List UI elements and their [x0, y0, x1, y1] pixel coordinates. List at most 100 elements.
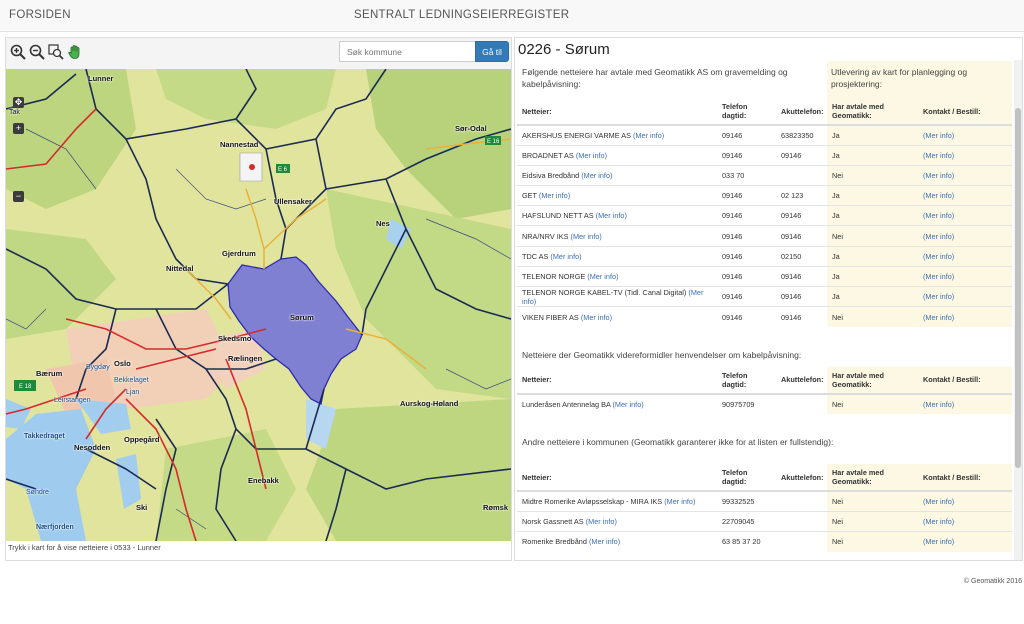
contact-order-link[interactable]: (Mer info) — [923, 211, 954, 220]
more-info-link[interactable]: (Mer info) — [664, 497, 695, 506]
municipality-search-input[interactable] — [339, 41, 476, 62]
owner-cell: BROADNET AS (Mer info) — [517, 144, 717, 166]
map-zoom-in-button[interactable]: + — [13, 123, 24, 134]
table-row: Midtre Romerike Avløpsselskap - MIRA IKS… — [517, 490, 1012, 512]
contact-order-link[interactable]: (Mer info) — [923, 171, 954, 180]
emergency-cell: 09146 — [776, 205, 827, 226]
more-info-link[interactable]: (Mer info) — [596, 211, 627, 220]
owner-cell: Midtre Romerike Avløpsselskap - MIRA IKS… — [517, 490, 717, 512]
more-info-link[interactable]: (Mer info) — [576, 151, 607, 160]
col-emergency: Akuttelefon: — [776, 98, 827, 126]
more-info-link[interactable]: (Mer info) — [571, 232, 602, 241]
emergency-cell — [776, 490, 827, 512]
agreement-cell: Ja — [827, 265, 918, 287]
owner-name: Lunderåsen Antennelag BA — [522, 399, 611, 409]
table-row: HAFSLUND NETT AS (Mer info) 09146 09146 Ja(… — [517, 205, 1012, 226]
map-label: Skedsmo — [218, 334, 252, 343]
agreement-cell: Ja — [827, 144, 918, 166]
zoom-out-icon[interactable] — [29, 44, 45, 60]
contact-order-link[interactable]: (Mer info) — [923, 400, 954, 409]
map-canvas[interactable]: E 6 E 16 E 18 ✥ + − Lunner Nannestad Ull… — [6, 69, 511, 541]
contact-cell: (Mer info) — [918, 490, 1012, 512]
contact-order-link[interactable]: (Mer info) — [923, 191, 954, 200]
map-label: Ullensaker — [274, 197, 312, 206]
map-nav-icon[interactable]: ✥ — [13, 97, 24, 108]
map-label: Leirstangen — [54, 397, 91, 404]
go-to-button[interactable]: Gå til — [475, 41, 509, 62]
owner-name: TDC AS — [522, 251, 549, 261]
owner-name: Eidsiva Bredbånd — [522, 170, 580, 180]
top-navbar: FORSIDEN SENTRALT LEDNINGSEIERREGISTER — [0, 0, 1024, 32]
section-other-owners: Andre netteiere i kommunen (Geomatikk ga… — [517, 422, 1012, 552]
pan-hand-icon[interactable] — [67, 44, 83, 60]
owner-name: Midtre Romerike Avløpsselskap - MIRA IKS — [522, 496, 663, 506]
more-info-link[interactable]: (Mer info) — [550, 252, 581, 261]
contact-cell: (Mer info) — [918, 124, 1012, 146]
more-info-link[interactable]: (Mer info) — [586, 517, 617, 526]
map-label: Bærum — [36, 369, 63, 378]
agreement-cell: Nei — [827, 393, 918, 415]
map-zoom-out-button[interactable]: − — [13, 191, 24, 202]
emergency-cell — [776, 164, 827, 186]
section-forwarded: Netteiere der Geomatikk videreformidler … — [517, 335, 1012, 415]
phone-cell: 99332525 — [717, 490, 776, 512]
contact-order-link[interactable]: (Mer info) — [923, 313, 954, 322]
more-info-link[interactable]: (Mer info) — [612, 400, 643, 409]
contact-order-link[interactable]: (Mer info) — [923, 232, 954, 241]
contact-cell: (Mer info) — [918, 510, 1012, 532]
panel-scrollbar[interactable] — [1014, 60, 1022, 560]
more-info-link[interactable]: (Mer info) — [589, 537, 620, 546]
contact-order-link[interactable]: (Mer info) — [923, 537, 954, 546]
map-label: Oppegård — [124, 435, 160, 444]
table-row: Eidsiva Bredbånd (Mer info) 033 70 Nei (Mer… — [517, 164, 1012, 186]
map-label: Sør-Odal — [455, 124, 487, 133]
zoom-in-icon[interactable] — [10, 44, 26, 60]
contact-order-link[interactable]: (Mer info) — [923, 272, 954, 281]
table-row: TDC AS (Mer info) 09146 02150 Ja (Mer info) — [517, 245, 1012, 267]
agreement-cell: Ja — [827, 205, 918, 226]
agreement-cell: Nei — [827, 510, 918, 532]
col-owner: Netteier: — [517, 98, 717, 126]
agreement-cell: Nei — [827, 490, 918, 512]
col-emergency: Akuttelefon: — [776, 464, 827, 493]
contact-cell: (Mer info) — [918, 285, 1012, 307]
table-header-row: Netteier: Telefon dagtid: Akuttelefon: H… — [517, 366, 1012, 395]
col-phone: Telefon dagtid: — [717, 366, 776, 395]
owner-name: NRA/NRV IKS — [522, 231, 569, 241]
table-row: AKERSHUS ENERGI VARME AS (Mer info) 09146… — [517, 124, 1012, 146]
results-panel: 0226 - Sørum Følgende netteiere har avta… — [514, 37, 1023, 561]
map-label: Nærfjorden — [36, 524, 74, 531]
home-link[interactable]: FORSIDEN — [9, 9, 71, 21]
contact-order-link[interactable]: (Mer info) — [923, 131, 954, 140]
more-info-link[interactable]: (Mer info) — [581, 171, 612, 180]
contact-order-link[interactable]: (Mer info) — [923, 252, 954, 261]
more-info-link[interactable]: (Mer info) — [587, 272, 618, 281]
agreement-cell: Nei — [827, 164, 918, 186]
zoom-extent-icon[interactable] — [48, 44, 64, 60]
owner-name: Norsk Gassnett AS — [522, 516, 584, 526]
contact-order-link[interactable]: (Mer info) — [923, 497, 954, 506]
more-info-link[interactable]: (Mer info) — [581, 313, 612, 322]
emergency-cell: 09146 — [776, 285, 827, 307]
more-info-link[interactable]: (Mer info) — [539, 191, 570, 200]
section-header: Andre netteiere i kommunen (Geomatikk ga… — [517, 422, 1012, 464]
contact-order-link[interactable]: (Mer info) — [923, 292, 954, 301]
owner-name: GET — [522, 191, 537, 201]
map-label: Gjerdrum — [222, 249, 256, 258]
map-label: Rømsk — [483, 503, 509, 512]
map-label: Rælingen — [228, 354, 263, 363]
emergency-cell: 09146 — [776, 144, 827, 166]
owner-name: HAFSLUND NETT AS — [522, 211, 594, 221]
contact-order-link[interactable]: (Mer info) — [923, 517, 954, 526]
more-info-link[interactable]: (Mer info) — [633, 131, 664, 140]
page-title: SENTRALT LEDNINGSEIERREGISTER — [354, 9, 570, 21]
phone-cell: 09146 — [717, 245, 776, 267]
contact-order-link[interactable]: (Mer info) — [923, 151, 954, 160]
owners-table: Netteier: Telefon dagtid: Akuttelefon: H… — [517, 98, 1012, 327]
owner-cell: GET (Mer info) — [517, 185, 717, 206]
emergency-cell: 09146 — [776, 225, 827, 247]
table-row: GET (Mer info) 09146 02 123 Ja (Mer info) — [517, 185, 1012, 206]
table-row: VIKEN FIBER AS (Mer info) 09146 09146 Nei (M… — [517, 306, 1012, 327]
contact-cell: (Mer info) — [918, 245, 1012, 267]
scrollbar-thumb[interactable] — [1015, 108, 1021, 468]
